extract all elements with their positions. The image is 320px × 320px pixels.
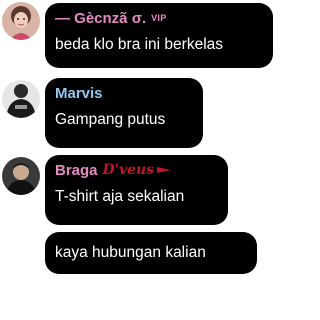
sender-label-1: — Gècnzã σ. [55,10,147,27]
sender-name-2[interactable]: Marvis [55,84,193,103]
sender-label-2: Marvis [55,85,103,102]
profile-photo-man-dark-icon [2,157,40,195]
message-bubble-4[interactable]: kaya hubungan kalian [45,232,257,274]
message-bubble-3[interactable]: Braga D'veus T-shirt aja sekalian [45,155,228,225]
message-text-3: T-shirt aja sekalian [55,188,185,205]
chat-thread: — Gècnzã σ. VIP beda klo bra ini berkela… [0,0,275,320]
message-bubble-2[interactable]: Marvis Gampang putus [45,78,203,148]
sender-name-1[interactable]: — Gècnzã σ. VIP [55,9,263,28]
flag-icon [157,161,172,180]
sender-label-3: Braga [55,162,98,179]
avatar-braga[interactable] [2,157,40,195]
message-text-2: Gampang putus [55,111,166,128]
vip-badge: VIP [151,13,167,23]
profile-photo-black-shirt-icon [2,80,40,118]
message-bubble-1[interactable]: — Gècnzã σ. VIP beda klo bra ini berkela… [45,3,273,68]
avatar-marvis[interactable] [2,80,40,118]
message-text-1: beda klo bra ini berkelas [55,36,224,53]
profile-photo-woman-icon [2,2,40,40]
message-text-4: kaya hubungan kalian [55,244,206,261]
avatar-genza[interactable] [2,2,40,40]
sender-suffix-3: D'veus [102,162,155,178]
sender-name-3[interactable]: Braga D'veus [55,161,218,180]
